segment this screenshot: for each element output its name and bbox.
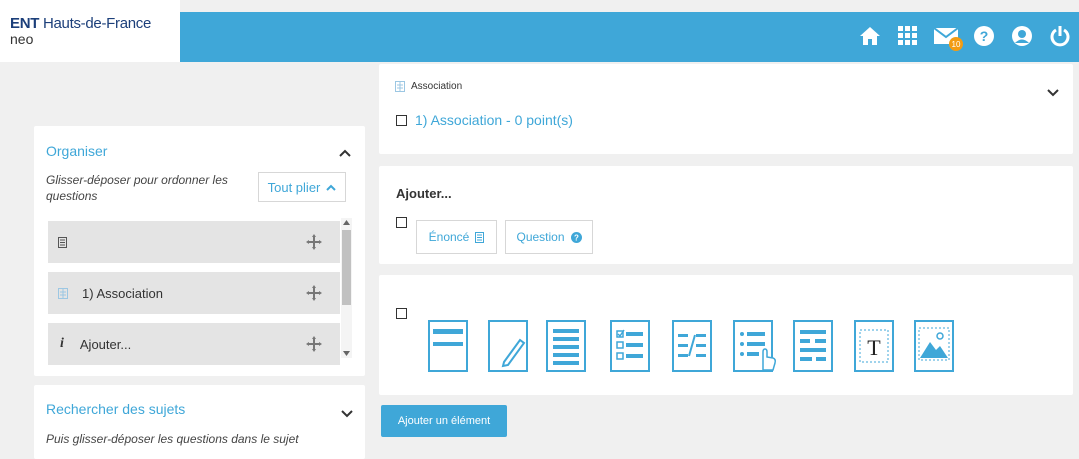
association-question-row: 1) Association - 0 point(s) bbox=[396, 112, 573, 128]
organiser-title: Organiser bbox=[46, 143, 108, 159]
elements-card bbox=[379, 275, 1073, 395]
svg-text:?: ? bbox=[574, 233, 579, 242]
association-type: Association bbox=[395, 81, 462, 92]
move-icon[interactable] bbox=[306, 285, 322, 301]
logo-region: Hauts-de-France bbox=[42, 15, 152, 32]
tout-plier-button[interactable]: Tout plier bbox=[258, 172, 346, 202]
collapse-organiser-icon[interactable] bbox=[339, 144, 351, 162]
recherche-instruction: Puis glisser-déposer les questions dans … bbox=[46, 432, 299, 446]
header-icons: 10 ? bbox=[857, 18, 1079, 54]
add-element-button[interactable]: Ajouter un élément bbox=[381, 405, 507, 437]
list-item-ajouter[interactable]: i Ajouter... bbox=[48, 323, 340, 365]
association-question-title[interactable]: 1) Association - 0 point(s) bbox=[415, 112, 573, 128]
ajouter-title: Ajouter... bbox=[396, 186, 452, 201]
user-icon[interactable] bbox=[1009, 23, 1035, 49]
ajouter-checkbox[interactable] bbox=[396, 217, 407, 228]
chevron-up-icon bbox=[326, 184, 337, 191]
long-text-tile-icon[interactable] bbox=[546, 320, 586, 372]
list-scrollbar[interactable] bbox=[341, 218, 352, 358]
logo-ent: ENT bbox=[10, 15, 40, 32]
list-item-label: Ajouter... bbox=[79, 336, 132, 352]
move-icon[interactable] bbox=[306, 336, 322, 352]
association-tile-icon[interactable] bbox=[672, 320, 712, 372]
enonce-button[interactable]: Énoncé bbox=[416, 220, 497, 254]
organiser-instruction: Glisser-déposer pour ordonner les questi… bbox=[46, 173, 228, 203]
question-button[interactable]: Question ? bbox=[505, 220, 593, 254]
statement-tile-icon[interactable] bbox=[428, 320, 468, 372]
enonce-label: Énoncé bbox=[428, 230, 470, 244]
elements-checkbox[interactable] bbox=[396, 308, 407, 319]
fill-text-tile-icon[interactable] bbox=[793, 320, 833, 372]
expand-association-icon[interactable] bbox=[1047, 84, 1059, 102]
help-circle-icon: ? bbox=[570, 231, 582, 243]
ajouter-card: Ajouter... Énoncé Question ? bbox=[379, 166, 1073, 264]
apps-grid-icon[interactable] bbox=[895, 23, 921, 49]
recherche-panel: Rechercher des sujets Puis glisser-dépos… bbox=[34, 385, 365, 459]
expand-recherche-icon[interactable] bbox=[341, 405, 353, 423]
question-label: Question bbox=[516, 230, 565, 244]
move-icon[interactable] bbox=[306, 234, 322, 250]
home-icon[interactable] bbox=[857, 23, 883, 49]
ent-logo[interactable]: ENT Hauts-de-France neo bbox=[10, 15, 165, 47]
association-icon bbox=[395, 81, 405, 92]
logo-neo: neo bbox=[10, 31, 34, 47]
svg-text:T: T bbox=[867, 335, 881, 360]
association-icon bbox=[58, 287, 68, 299]
image-tile-icon[interactable] bbox=[914, 320, 954, 372]
scroll-down-icon[interactable] bbox=[343, 351, 350, 356]
scroll-thumb[interactable] bbox=[342, 230, 351, 305]
tout-plier-label: Tout plier bbox=[267, 179, 321, 195]
association-checkbox[interactable] bbox=[396, 114, 407, 126]
multiple-choice-tile-icon[interactable] bbox=[610, 320, 650, 372]
list-item-association[interactable]: 1) Association bbox=[48, 272, 340, 314]
association-type-label: Association bbox=[411, 81, 463, 92]
scroll-up-icon[interactable] bbox=[343, 220, 350, 225]
open-answer-tile-icon[interactable] bbox=[488, 320, 528, 372]
list-item-enonce[interactable] bbox=[48, 221, 340, 263]
svg-text:?: ? bbox=[980, 28, 989, 44]
text-block-tile-icon[interactable]: T bbox=[854, 320, 894, 372]
association-card: Association 1) Association - 0 point(s) bbox=[379, 64, 1073, 154]
mail-icon[interactable]: 10 bbox=[933, 23, 963, 51]
enonce-icon bbox=[475, 231, 485, 243]
info-icon: i bbox=[60, 336, 64, 351]
qcm-click-tile-icon[interactable] bbox=[733, 320, 776, 372]
recherche-title: Rechercher des sujets bbox=[46, 401, 186, 417]
list-item-label: 1) Association bbox=[82, 285, 163, 301]
help-icon[interactable]: ? bbox=[971, 23, 997, 49]
power-icon[interactable] bbox=[1047, 23, 1073, 49]
enonce-icon bbox=[58, 236, 67, 248]
mail-badge: 10 bbox=[949, 37, 963, 51]
